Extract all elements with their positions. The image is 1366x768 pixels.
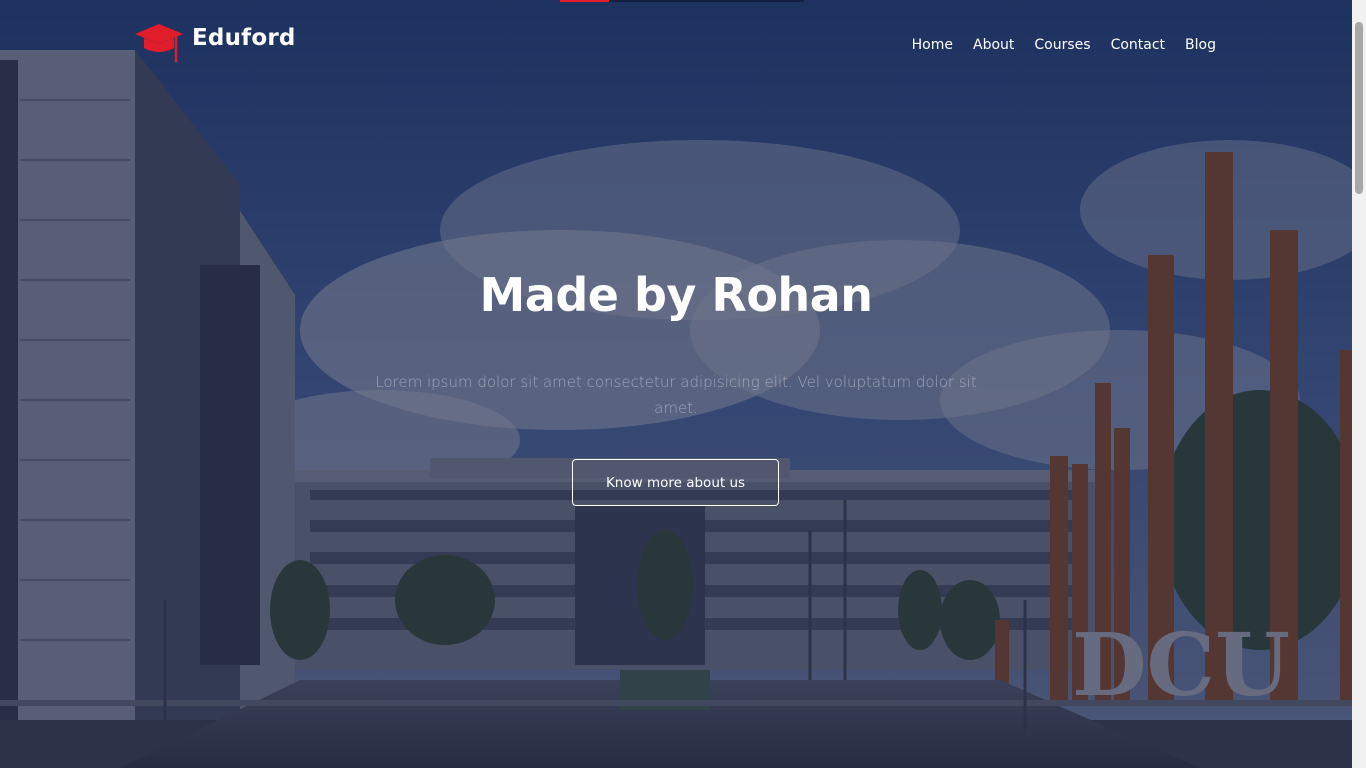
know-more-button[interactable]: Know more about us (572, 459, 779, 506)
nav-link-contact[interactable]: Contact (1111, 37, 1165, 53)
navbar: Eduford Home About Courses Contact Blog (0, 0, 1352, 90)
hero-subtitle: Lorem ipsum dolor sit amet consectetur a… (375, 373, 977, 417)
page-scrollbar[interactable] (1352, 0, 1366, 768)
nav-link-blog[interactable]: Blog (1185, 37, 1216, 53)
main-nav: Home About Courses Contact Blog (912, 37, 1216, 53)
hero-title: Made by Rohan (479, 268, 873, 322)
nav-link-courses[interactable]: Courses (1034, 37, 1090, 53)
scrollbar-thumb[interactable] (1355, 22, 1363, 194)
brand-link[interactable]: Eduford (134, 22, 296, 64)
nav-link-home[interactable]: Home (912, 37, 953, 53)
page: DCU Eduford (0, 0, 1366, 768)
graduation-cap-icon (135, 24, 183, 62)
brand-name: Eduford (192, 25, 296, 51)
nav-link-about[interactable]: About (973, 37, 1014, 53)
